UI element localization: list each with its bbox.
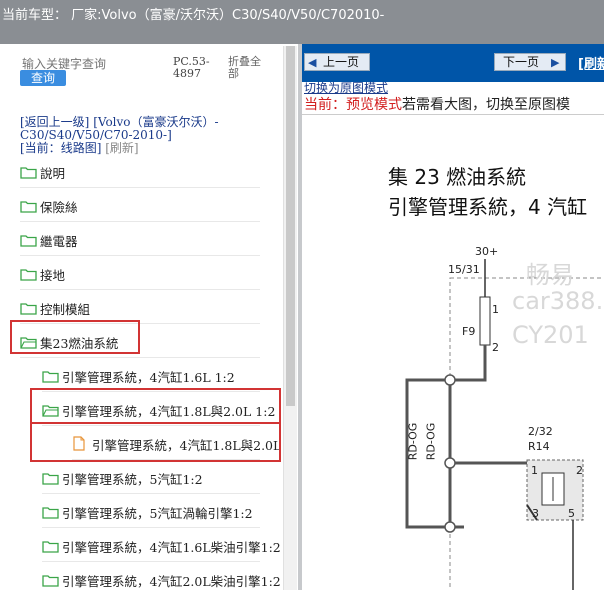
node-1	[444, 374, 456, 386]
folder-icon	[20, 232, 37, 247]
viewer-toolbar: ◀ 上一页 下一页 ▶ [刷新	[302, 44, 604, 82]
label-wire1: RD-OG	[406, 422, 420, 461]
node-3	[444, 521, 456, 533]
next-page-button[interactable]: 下一页 ▶	[494, 53, 566, 71]
highlight-box	[30, 422, 281, 462]
window-title: 当前车型： 厂家:Volvo（富豪/沃尔沃）C30/S40/V50/C70201…	[2, 8, 385, 23]
tree-item-label: 引擎管理系統，5汽缸1:2	[62, 472, 203, 487]
fuse-f9	[479, 296, 491, 346]
arrow-left-icon: ◀	[308, 56, 317, 69]
tree-item[interactable]: 接地	[0, 256, 283, 290]
search-button[interactable]: 查询	[20, 70, 66, 86]
tree-item[interactable]: 說明	[0, 154, 283, 188]
watermark: CY201	[512, 321, 589, 349]
tree-item[interactable]: 控制模組	[0, 290, 283, 324]
mode-prefix: 当前：	[304, 97, 346, 113]
folder-icon	[42, 470, 59, 485]
label-pin2: 2	[492, 341, 499, 354]
label-p1: 1	[531, 464, 538, 477]
tree-item[interactable]: 引擎管理系統，4汽缸1.6L 1:2	[0, 358, 283, 392]
mode-red: 预览模式	[346, 97, 402, 113]
folder-icon	[20, 266, 37, 281]
label-pin1: 1	[492, 303, 499, 316]
label-relay-ref: 2/32	[528, 425, 553, 438]
mode-rest: 若需看大图，切换至原图模	[402, 97, 570, 113]
label-1531: 15/31	[448, 263, 480, 276]
label-p2: 2	[576, 464, 583, 477]
label-f9: F9	[462, 325, 476, 338]
folder-icon	[42, 538, 59, 553]
folder-icon	[42, 572, 59, 587]
label-relay: R14	[528, 440, 550, 453]
tree-item-label: 引擎管理系統，4汽缸1.6L 1:2	[62, 370, 235, 385]
catalog-code: PC.53-4897	[173, 55, 210, 80]
tree-item[interactable]: 引擎管理系統，5汽缸1:2	[0, 460, 283, 494]
tree-item[interactable]: 引擎管理系統，5汽缸渦輪引擎1:2	[0, 494, 283, 528]
current-prefix: [当前：	[20, 141, 61, 155]
diagram-svg	[405, 259, 604, 590]
refresh-link[interactable]: [刷新]	[105, 141, 138, 155]
folder-icon	[20, 300, 37, 315]
tree-item[interactable]: 繼電器	[0, 222, 283, 256]
watermark: 畅易	[526, 261, 574, 289]
label-p3: 3	[532, 507, 539, 520]
folder-icon	[20, 198, 37, 213]
viewer-refresh-link[interactable]: [刷新	[578, 53, 604, 72]
tree-item[interactable]: 引擎管理系統，4汽缸2.0L柴油引擎1:2	[0, 562, 283, 590]
wire-rd-og-1	[448, 345, 487, 529]
prev-page-button[interactable]: ◀ 上一页	[304, 53, 370, 71]
tree-item-label: 繼電器	[40, 234, 78, 249]
label-p5: 5	[568, 507, 575, 520]
tree-item-label: 說明	[40, 166, 66, 181]
tree-item-label: 引擎管理系統，5汽缸渦輪引擎1:2	[62, 506, 253, 521]
right-panel: ◀ 上一页 下一页 ▶ [刷新 切换为原图模式 当前：预览模式若需看大图，切换至…	[302, 44, 604, 590]
label-wire2: RD-OG	[424, 422, 438, 461]
tree-item-label: 引擎管理系統，4汽缸2.0L柴油引擎1:2	[62, 574, 281, 589]
wiring-diagram[interactable]: 集 23 燃油系統 引擎管理系統，4 汽缸 30+ 15/31 F9 1 2 R…	[302, 114, 604, 590]
tree-item[interactable]: 保險絲	[0, 188, 283, 222]
node-2	[444, 457, 456, 469]
current-link[interactable]: 线路图]	[61, 141, 102, 155]
back-link[interactable]: [返回上一级]	[20, 115, 89, 129]
label-30: 30+	[475, 245, 499, 258]
tree-item-label: 保險絲	[40, 200, 78, 215]
folder-icon	[42, 504, 59, 519]
tree-item-label: 接地	[40, 268, 66, 283]
highlight-box	[10, 320, 140, 354]
title-bar: 当前车型： 厂家:Volvo（富豪/沃尔沃）C30/S40/V50/C70201…	[0, 0, 604, 44]
left-panel: 查询 PC.53-4897 折叠全部 [返回上一级] [Volvo（富豪沃尔沃）…	[0, 44, 298, 590]
collapse-all-link[interactable]: 折叠全部	[228, 56, 268, 80]
folder-icon	[42, 368, 59, 383]
scroll-thumb[interactable]	[286, 46, 295, 406]
watermark: car388.c	[512, 287, 604, 315]
mode-status: 当前：预览模式若需看大图，切换至原图模	[304, 94, 570, 114]
tree-item[interactable]: 引擎管理系統，4汽缸1.6L柴油引擎1:2	[0, 528, 283, 562]
folder-icon	[20, 164, 37, 179]
arrow-right-icon: ▶	[551, 56, 560, 69]
breadcrumb: [返回上一级] [Volvo（富豪沃尔沃）-C30/S40/V50/C70-20…	[20, 116, 270, 155]
tree-item-label: 引擎管理系統，4汽缸1.6L柴油引擎1:2	[62, 540, 281, 555]
tree-item-label: 控制模組	[40, 302, 91, 317]
left-scrollbar[interactable]	[283, 46, 297, 590]
